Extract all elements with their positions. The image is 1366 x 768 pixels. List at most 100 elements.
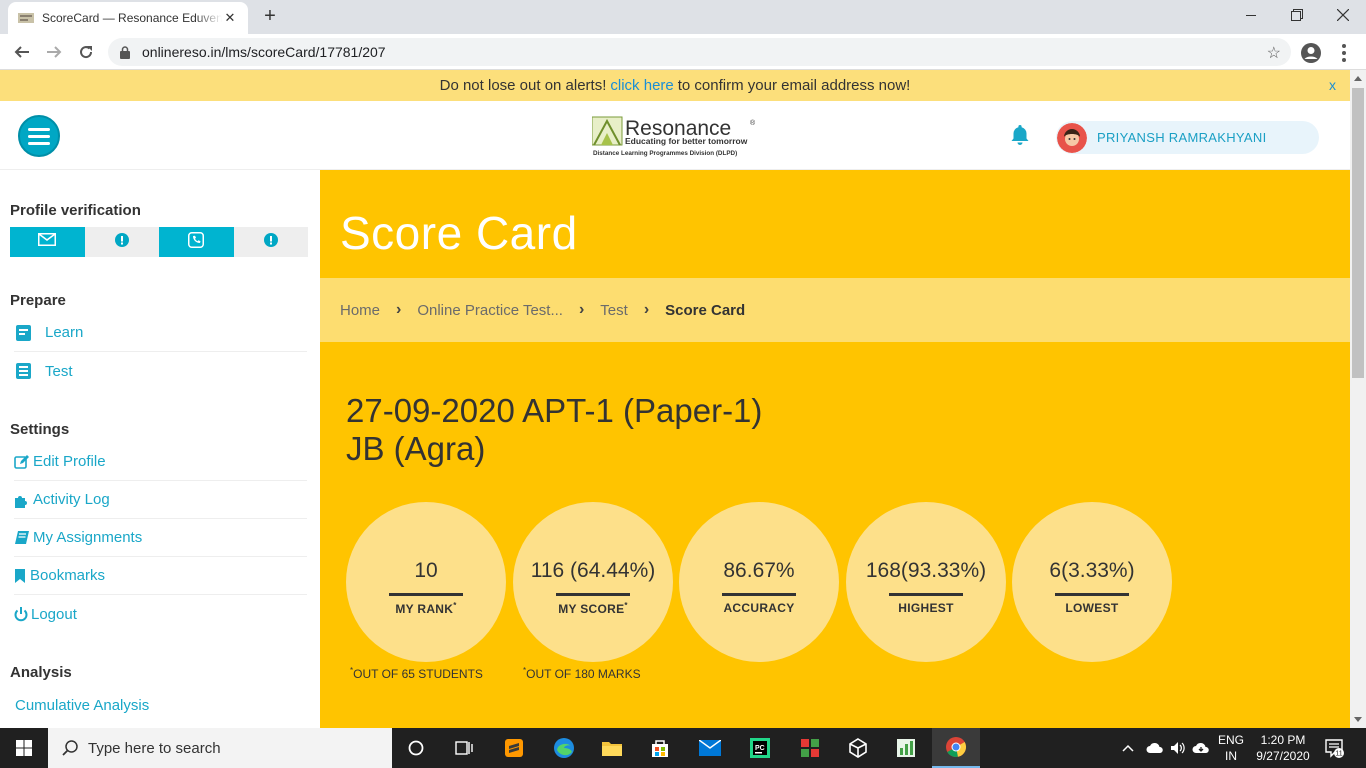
sidebar-item-test[interactable]: Test [14,352,307,390]
test-title: 27-09-2020 APT-1 (Paper-1) JB (Agra) [346,392,762,468]
breadcrumb-online-practice-test[interactable]: Online Practice Test... [417,302,563,319]
user-profile-chip[interactable]: PRIYANSH RAMRAKHYANI [1056,121,1319,154]
confirm-email-link[interactable]: click here [610,77,673,94]
site-favicon-icon [18,11,34,25]
sidebar-item-bookmarks[interactable]: Bookmarks [14,557,307,595]
user-name: PRIYANSH RAMRAKHYANI [1097,130,1267,145]
puzzle-icon [14,492,33,508]
email-verify-button[interactable] [10,227,85,257]
account-icon[interactable] [1300,42,1322,64]
sidebar-item-activity-log[interactable]: Activity Log [14,481,307,519]
close-alert-icon[interactable]: x [1329,77,1336,93]
sidebar-item-learn[interactable]: Learn [14,314,307,352]
stat-value: 86.67% [723,559,795,582]
cortana-icon[interactable] [392,728,440,768]
breadcrumb-test[interactable]: Test [600,302,628,319]
close-window-icon[interactable] [1320,0,1366,30]
lock-icon [120,45,134,59]
stat-label: HIGHEST [898,601,954,615]
sidebar-item-label: Bookmarks [30,567,106,584]
sublime-text-icon[interactable] [490,728,538,768]
sidebar-item-label: Learn [45,324,84,341]
chart-app-icon[interactable] [882,728,930,768]
list-icon [14,362,34,380]
svg-text:Distance Learning Programmes D: Distance Learning Programmes Division (D… [593,150,737,157]
browser-menu-icon[interactable] [1336,42,1352,64]
stat-value: 6(3.33%) [1049,559,1135,582]
chevron-right-icon: › [396,301,402,318]
svg-text:PC: PC [755,745,765,752]
stat-label: ACCURACY [723,601,795,615]
pycharm-icon[interactable]: PC [736,728,784,768]
scroll-up-icon[interactable] [1354,76,1362,81]
notification-bell-icon[interactable] [1008,123,1032,147]
windows-taskbar: Type here to search PC ENG IN 1:20 PM 9/… [0,728,1366,768]
book-icon [14,324,34,342]
onedrive-icon[interactable] [1146,742,1164,754]
network-icon[interactable] [1192,741,1210,755]
system-tray [1116,728,1210,768]
sidebar-item-cumulative-analysis[interactable]: Cumulative Analysis [15,686,308,724]
phone-unverified-status[interactable] [233,227,308,257]
back-icon[interactable] [10,40,34,64]
stat-divider [556,593,630,596]
search-placeholder: Type here to search [88,739,221,757]
sidebar: Profile verification Prepare Learn Test … [0,170,320,728]
bookmark-icon [14,568,30,584]
taskbar-search-input[interactable]: Type here to search [48,728,392,768]
sidebar-item-logout[interactable]: Logout [14,595,307,633]
profile-verification-heading: Profile verification [10,202,141,219]
resonance-logo[interactable]: Resonance ® Educating for better tomorro… [591,115,764,159]
file-explorer-icon[interactable] [588,728,636,768]
clock-time: 1:20 PM [1260,733,1306,747]
chevron-up-icon[interactable] [1122,744,1134,752]
new-tab-icon[interactable]: + [260,6,280,26]
sidebar-item-edit-profile[interactable]: Edit Profile [14,443,307,481]
page-scrollbar[interactable] [1350,70,1366,728]
test-title-line2: JB (Agra) [346,430,486,467]
input-language[interactable]: ENG IN [1218,732,1244,764]
scroll-down-icon[interactable] [1354,717,1362,722]
stat-score: 116 (64.44%) MY SCORE* [513,502,673,662]
stat-lowest: 6(3.33%) LOWEST [1012,502,1172,662]
close-tab-icon[interactable]: ✕ [222,10,238,26]
minimize-icon[interactable] [1228,0,1274,30]
breadcrumb-current: Score Card [665,301,746,319]
power-icon [14,606,31,622]
site-header: Resonance ® Educating for better tomorro… [0,101,1350,170]
bookmark-star-icon[interactable]: ☆ [1267,43,1281,63]
edge-icon[interactable] [540,728,588,768]
action-center-icon[interactable]: 11 [1324,738,1344,758]
breadcrumb-home[interactable]: Home [340,302,380,319]
unity-icon[interactable] [834,728,882,768]
reload-icon[interactable] [74,40,98,64]
forward-icon[interactable] [42,40,66,64]
volume-icon[interactable] [1170,741,1186,755]
taskbar-clock[interactable]: 1:20 PM 9/27/2020 [1248,732,1318,764]
task-view-icon[interactable] [440,728,488,768]
sidebar-item-label: Logout [31,605,77,623]
hamburger-menu-button[interactable] [18,115,60,157]
chrome-icon[interactable] [932,728,980,768]
restore-icon[interactable] [1274,0,1320,30]
alert-text-before: Do not lose out on alerts! [439,77,607,94]
avatar [1057,122,1087,153]
alert-text-after: to confirm your email address now! [677,77,911,94]
store-icon[interactable] [636,728,684,768]
email-unverified-status[interactable] [84,227,159,257]
chevron-right-icon: › [643,301,650,318]
email-alert-banner: Do not lose out on alerts! click here to… [0,70,1350,101]
app-grid-icon[interactable] [786,728,834,768]
url-field[interactable]: onlinereso.in/lms/scoreCard/17781/207 ☆ [108,38,1291,66]
phone-verify-button[interactable] [159,227,234,257]
phone-icon [188,231,205,253]
exclamation-icon [114,232,129,252]
mail-app-icon[interactable] [686,728,734,768]
clock-date: 9/27/2020 [1256,749,1310,763]
sidebar-item-my-assignments[interactable]: My Assignments [14,519,307,557]
browser-tab[interactable]: ScoreCard — Resonance Eduventures ✕ [8,2,248,34]
windows-start-icon[interactable] [0,728,48,768]
scrollbar-thumb[interactable] [1352,88,1364,378]
page-title: Score Card [340,207,578,259]
score-footnote: *OUT OF 180 MARKS [523,666,641,681]
